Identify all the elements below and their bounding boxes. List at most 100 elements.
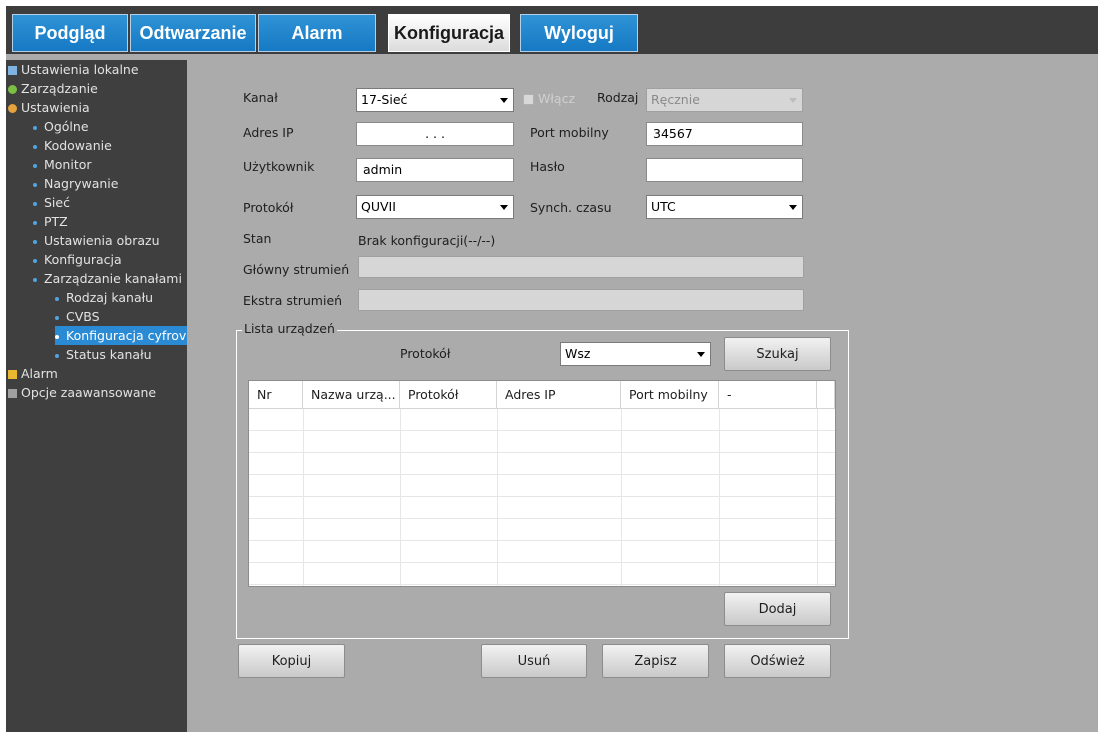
bullet-icon [33,182,37,187]
sidebar-item-label: Kodowanie [44,138,112,153]
refresh-button[interactable]: Odśwież [724,644,831,678]
main-stream-field[interactable] [358,256,804,278]
chevron-down-icon [697,352,705,357]
status-value: Brak konfiguracji(--/--) [358,233,496,248]
table-row[interactable] [249,409,835,431]
sidebar-item-monitor[interactable]: Monitor [33,155,92,174]
chevron-down-icon [789,98,797,103]
type-select[interactable]: Ręcznie [646,88,803,112]
stan-label: Stan [243,231,272,246]
column-header-filler [817,381,835,409]
ip-address-field[interactable]: . . . [356,122,514,146]
sidebar-item-label: Zarządzanie kanałami [44,271,182,286]
column-header-adres-ip[interactable]: Adres IP [497,381,621,409]
table-row[interactable] [249,563,835,585]
column-header-extra[interactable]: - [719,381,817,409]
sidebar-item-label: Ogólne [44,119,89,134]
ekstra-label: Ekstra strumień [243,293,343,308]
tab-wyloguj[interactable]: Wyloguj [520,14,638,52]
tab-konfiguracja[interactable]: Konfiguracja [388,14,510,52]
search-protocol-label: Protokół [400,346,451,361]
wlacz-label: Włącz [538,91,576,106]
channel-select[interactable]: 17-Sieć [356,88,514,112]
table-row[interactable] [249,431,835,453]
sidebar-item-label: Ustawienia obrazu [44,233,160,248]
copy-button[interactable]: Kopiuj [238,644,345,678]
search-protocol-select[interactable]: Wsz [560,342,711,366]
password-field[interactable] [646,158,803,182]
bullet-icon [33,125,37,130]
delete-button[interactable]: Usuń [481,644,587,678]
sidebar-item-opcje-zaawansowane[interactable]: Opcje zaawansowane [8,383,156,402]
protokol-label: Protokół [243,200,294,215]
channel-select-value: 17-Sieć [361,92,408,107]
sidebar-item-label: Ustawienia [21,100,90,115]
bullet-icon [33,258,37,263]
sidebar-item-zarzadzanie[interactable]: Zarządzanie [8,79,98,98]
search-button[interactable]: Szukaj [724,337,831,371]
app-window: Podgląd Odtwarzanie Alarm Konfiguracja W… [6,6,1098,732]
bullet-icon [55,334,59,339]
tools-icon [8,389,17,398]
glowny-label: Główny strumień [243,262,350,277]
sidebar-item-rodzaj-kanalu[interactable]: Rodzaj kanału [55,288,153,307]
port-label: Port mobilny [530,125,609,140]
save-button[interactable]: Zapisz [602,644,709,678]
sidebar-item-label: Nagrywanie [44,176,119,191]
sidebar-item-nagrywanie[interactable]: Nagrywanie [33,174,118,193]
type-select-value: Ręcznie [651,92,700,107]
sidebar-item-ptz[interactable]: PTZ [33,212,68,231]
add-button[interactable]: Dodaj [724,592,831,626]
monitor-icon [8,66,17,75]
sidebar-item-label: Konfiguracja [44,252,122,267]
table-row[interactable] [249,519,835,541]
sidebar-item-ogolne[interactable]: Ogólne [33,117,89,136]
column-header-nazwa[interactable]: Nazwa urzą... [303,381,400,409]
bullet-icon [55,315,59,320]
sidebar-item-label: Ustawienia lokalne [21,62,139,77]
sidebar-item-konfiguracja[interactable]: Konfiguracja [33,250,122,269]
extra-stream-field[interactable] [358,289,804,311]
sidebar-item-cvbs[interactable]: CVBS [55,307,100,326]
bullet-icon [33,220,37,225]
port-field[interactable]: 34567 [646,122,803,146]
table-row[interactable] [249,541,835,563]
enable-checkbox[interactable] [523,94,534,105]
gear-icon [8,104,17,113]
sidebar-item-label: Opcje zaawansowane [21,385,157,400]
sidebar-item-ustawienia[interactable]: Ustawienia [8,98,90,117]
search-protocol-value: Wsz [565,346,591,361]
bullet-icon [55,296,59,301]
synch-label: Synch. czasu [530,200,612,215]
table-row[interactable] [249,497,835,519]
sidebar-item-label: Konfiguracja cyfrov [66,328,187,343]
sidebar-item-siec[interactable]: Sieć [33,193,70,212]
tab-podglad[interactable]: Podgląd [12,14,128,52]
tab-odtwarzanie[interactable]: Odtwarzanie [130,14,256,52]
table-row[interactable] [249,453,835,475]
sidebar-item-ustawienia-lokalne[interactable]: Ustawienia lokalne [8,60,139,79]
tab-alarm[interactable]: Alarm [258,14,376,52]
device-table: Nr Nazwa urzą... Protokół Adres IP Port … [248,380,836,587]
sidebar-item-alarm[interactable]: Alarm [8,364,58,383]
sidebar-item-ustawienia-obrazu[interactable]: Ustawienia obrazu [33,231,160,250]
device-list-title: Lista urządzeń [242,321,337,336]
username-field[interactable]: admin [356,158,514,182]
sidebar-item-status-kanalu[interactable]: Status kanału [55,345,152,364]
chevron-down-icon [789,205,797,210]
sidebar-item-kodowanie[interactable]: Kodowanie [33,136,112,155]
haslo-label: Hasło [530,159,565,174]
column-header-protokol[interactable]: Protokół [400,381,497,409]
sidebar-item-zarzadzanie-kanalami[interactable]: Zarządzanie kanałami [33,269,182,288]
sidebar-item-label: Status kanału [66,347,152,362]
column-header-nr[interactable]: Nr [249,381,303,409]
sidebar-item-konfiguracja-cyfrowa[interactable]: Konfiguracja cyfrov [55,326,187,345]
sidebar-item-label: Rodzaj kanału [66,290,154,305]
sidebar-tree: Ustawienia lokalne Zarządzanie Ustawieni… [6,60,187,732]
bullet-icon [55,353,59,358]
info-icon [8,85,17,94]
table-row[interactable] [249,475,835,497]
protocol-select[interactable]: QUVII [356,195,514,219]
time-sync-select[interactable]: UTC [646,195,803,219]
column-header-port[interactable]: Port mobilny [621,381,719,409]
